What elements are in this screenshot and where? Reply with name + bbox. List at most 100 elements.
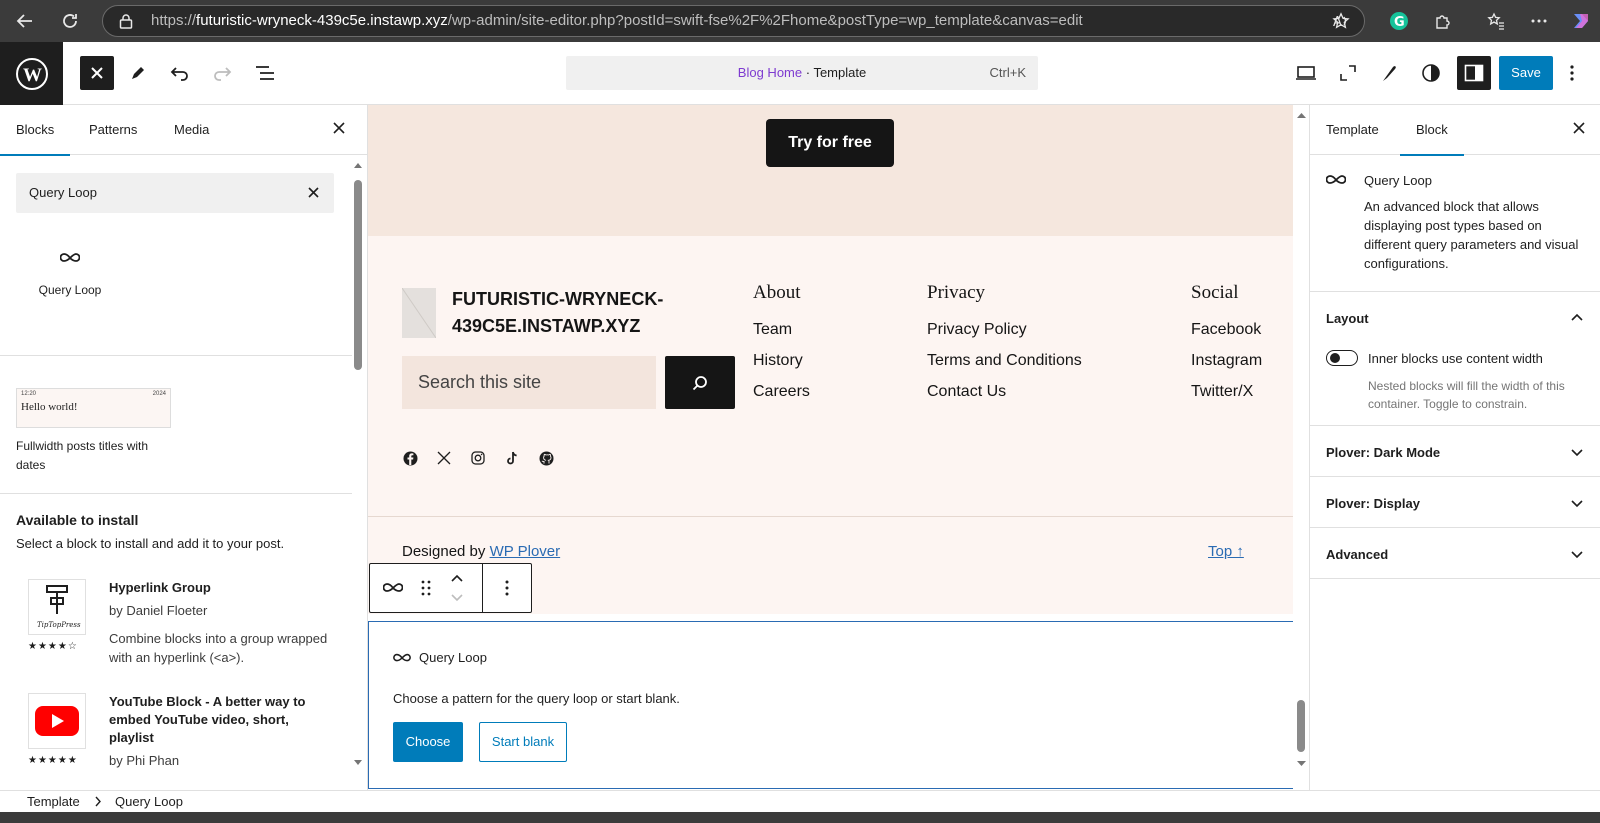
device-preview-icon[interactable]	[1289, 56, 1323, 90]
block-type-loop-icon[interactable]	[370, 564, 416, 612]
copilot-icon[interactable]	[1566, 6, 1596, 36]
divider	[0, 355, 352, 356]
block-search-input[interactable]: Query Loop	[16, 173, 334, 213]
chevron-right-icon	[94, 791, 102, 812]
clear-search-icon[interactable]	[307, 186, 320, 199]
column-heading: Social	[1191, 282, 1239, 303]
address-bar[interactable]: https://futuristic-wryneck-439c5e.instaw…	[102, 5, 1365, 37]
layout-panel-toggle[interactable]: Layout	[1326, 311, 1584, 326]
pattern-label: Fullwidth posts titles with dates	[16, 439, 149, 472]
extensions-icon[interactable]	[1428, 6, 1458, 36]
tab-template[interactable]: Template	[1326, 105, 1379, 155]
divider	[1310, 476, 1600, 477]
display-panel-toggle[interactable]: Plover: Display	[1326, 496, 1584, 511]
search-icon	[691, 374, 709, 392]
query-loop-placeholder[interactable]: Query Loop Choose a pattern for the quer…	[368, 621, 1294, 789]
drag-handle-icon[interactable]	[416, 564, 436, 612]
rating-stars: ★★★★☆	[28, 641, 78, 652]
taskbar-strip	[0, 812, 1600, 823]
dark-mode-panel-toggle[interactable]: Plover: Dark Mode	[1326, 445, 1584, 460]
breadcrumb-query-loop[interactable]: Query Loop	[115, 791, 183, 812]
browser-toolbar: https://futuristic-wryneck-439c5e.instaw…	[0, 0, 1600, 42]
save-button[interactable]: Save	[1499, 56, 1553, 90]
footer-search-input[interactable]: Search this site	[402, 356, 656, 409]
tiktok-icon[interactable]	[504, 450, 520, 466]
breadcrumb-template[interactable]: Template	[27, 791, 80, 812]
chevron-down-icon	[1570, 547, 1584, 561]
undo-icon[interactable]	[163, 56, 197, 90]
plugin-feather-icon[interactable]	[1372, 56, 1406, 90]
x-icon[interactable]	[436, 450, 452, 466]
footer-link[interactable]: Contact Us	[927, 382, 1082, 413]
settings-sidebar: Template Block Query Loop An advanced bl…	[1309, 105, 1600, 790]
close-inserter-button[interactable]	[80, 56, 114, 90]
move-up-down-icon[interactable]	[440, 564, 474, 612]
tab-media[interactable]: Media	[174, 105, 209, 155]
block-item-label: Query Loop	[38, 283, 102, 297]
search-button[interactable]	[665, 356, 735, 409]
reload-icon[interactable]	[55, 6, 85, 36]
site-title[interactable]: FUTURISTIC-WRYNECK-439C5E.INSTAWP.XYZ	[452, 286, 712, 340]
site-logo-placeholder[interactable]	[402, 288, 436, 338]
footer-divider	[368, 516, 1293, 517]
close-icon[interactable]	[332, 121, 346, 135]
column-heading: About	[753, 282, 801, 303]
loop-icon	[393, 652, 411, 664]
query-loop-block-item[interactable]: Query Loop	[20, 251, 120, 297]
close-icon[interactable]	[1572, 121, 1586, 135]
github-icon[interactable]	[538, 450, 554, 466]
redo-icon[interactable]	[205, 56, 239, 90]
chevron-up-icon	[1570, 311, 1584, 325]
editor-canvas: Try for free FUTURISTIC-WRYNECK-439C5E.I…	[368, 105, 1310, 790]
back-to-top-link[interactable]: Top ↑	[1208, 543, 1244, 560]
grammarly-icon[interactable]: G	[1384, 6, 1414, 36]
svg-text:W: W	[23, 65, 42, 86]
footer-link[interactable]: Instagram	[1191, 351, 1262, 382]
plugin-author: by Daniel Floeter	[109, 603, 208, 618]
footer-column-privacy: Privacy Privacy Policy Terms and Conditi…	[927, 282, 1082, 413]
footer-link[interactable]: Team	[753, 320, 810, 351]
footer-link[interactable]: Privacy Policy	[927, 320, 1082, 351]
footer-link[interactable]: Facebook	[1191, 320, 1262, 351]
plugin-name: Hyperlink Group	[109, 580, 211, 595]
divider	[0, 493, 352, 494]
wordpress-logo-icon[interactable]: W	[0, 42, 63, 105]
favorite-icon[interactable]	[1326, 6, 1356, 36]
credit-link[interactable]: WP Plover	[490, 543, 561, 560]
facebook-icon[interactable]	[402, 450, 418, 466]
tab-blocks[interactable]: Blocks	[0, 105, 71, 156]
try-for-free-button[interactable]: Try for free	[766, 119, 894, 167]
block-options-kebab-icon[interactable]	[483, 564, 531, 612]
footer-link[interactable]: Twitter/X	[1191, 382, 1262, 413]
options-kebab-icon[interactable]	[1562, 56, 1582, 90]
tab-patterns[interactable]: Patterns	[89, 105, 137, 155]
zoom-out-icon[interactable]	[1331, 56, 1365, 90]
footer-link[interactable]: History	[753, 351, 810, 382]
settings-sidebar-toggle-icon[interactable]	[1457, 56, 1491, 90]
command-palette-bar[interactable]: Blog Home · Template Ctrl+K	[566, 56, 1038, 90]
tools-pencil-icon[interactable]	[121, 56, 155, 90]
advanced-panel-toggle[interactable]: Advanced	[1326, 547, 1584, 562]
block-description: An advanced block that allows displaying…	[1364, 199, 1579, 271]
footer-link[interactable]: Careers	[753, 382, 810, 413]
block-toolbar	[369, 563, 532, 613]
start-blank-button[interactable]: Start blank	[479, 722, 567, 762]
available-title: Available to install	[16, 512, 139, 528]
browser-menu-icon[interactable]	[1524, 6, 1554, 36]
instagram-icon[interactable]	[470, 450, 486, 466]
content-width-toggle[interactable]	[1326, 350, 1358, 366]
styles-contrast-icon[interactable]	[1414, 56, 1448, 90]
footer-credit: Designed by WP Plover	[402, 543, 561, 560]
youtube-icon	[28, 693, 86, 749]
favorites-icon[interactable]	[1481, 6, 1511, 36]
choose-button[interactable]: Choose	[393, 722, 463, 762]
site-footer: FUTURISTIC-WRYNECK-439C5E.INSTAWP.XYZ Se…	[368, 236, 1293, 614]
footer-link[interactable]: Terms and Conditions	[927, 351, 1082, 382]
document-overview-icon[interactable]	[248, 56, 282, 90]
sidebar-tabs: Template Block	[1310, 105, 1600, 156]
back-icon[interactable]	[10, 6, 40, 36]
tab-block[interactable]: Block	[1400, 105, 1464, 156]
canvas-scrollbar[interactable]	[1293, 105, 1310, 790]
pattern-preview[interactable]: 12:20 2024 Hello world!	[16, 388, 171, 428]
panel-scrollbar[interactable]	[353, 160, 363, 772]
